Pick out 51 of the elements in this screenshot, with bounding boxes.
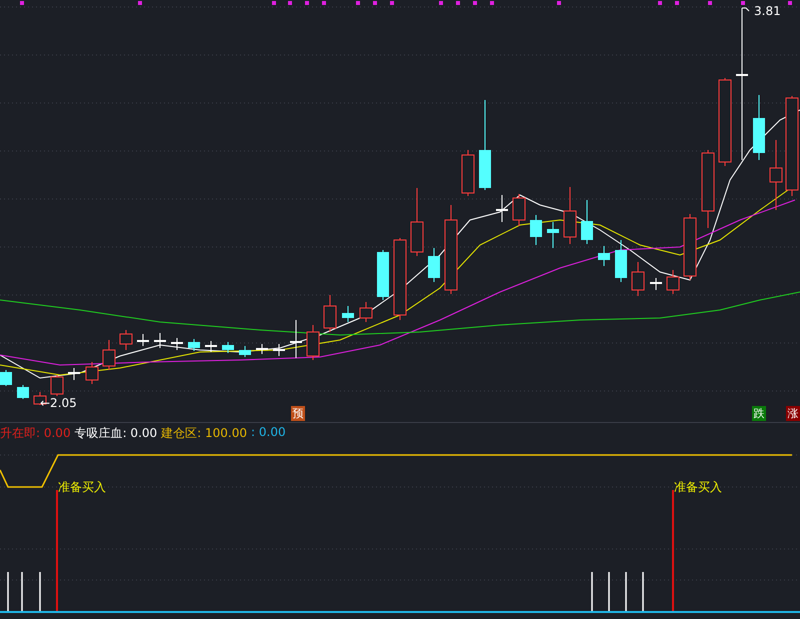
candlestick: [239, 346, 251, 358]
indicator-value: 专吸庄血: 0.00: [74, 425, 158, 442]
candlestick: [684, 214, 696, 280]
candlestick: [650, 278, 662, 290]
candlestick: [306, 324, 320, 360]
candlestick: [102, 340, 116, 370]
candlestick: [753, 94, 765, 160]
candlestick: [86, 362, 98, 384]
candlestick: [410, 188, 424, 256]
buy-signal-label: 准备买入: [674, 479, 722, 496]
candlestick: [137, 334, 149, 346]
leader-line: [742, 8, 750, 12]
candlestick: [462, 150, 474, 196]
candlestick: [377, 250, 389, 300]
candlestick: [342, 306, 354, 322]
candlestick: [496, 194, 508, 222]
candlestick: [615, 240, 627, 282]
candlestick: [324, 294, 336, 332]
buy-signal-label: 准备买入: [58, 479, 106, 496]
candlestick: [171, 338, 183, 350]
indicator-value: 建仓区: 100.00: [161, 425, 248, 442]
signal-badge: 跌: [752, 406, 766, 421]
candlestick: [530, 214, 542, 246]
signal-badge: 涨: [786, 406, 800, 421]
candlestick: [50, 374, 64, 396]
candlestick: [666, 270, 680, 294]
indicator-value: 升在即: 0.00: [0, 425, 71, 442]
candlestick: [120, 330, 132, 350]
candlestick: [17, 384, 29, 400]
candlestick: [205, 340, 217, 352]
candlestick: [68, 368, 80, 380]
high-price-label: 3.81: [754, 4, 781, 18]
candlestick: [632, 262, 644, 296]
candlestick: [154, 332, 166, 348]
candlestick: [598, 246, 610, 266]
candlestick: [188, 338, 200, 352]
candlestick: [256, 344, 268, 354]
candlestick: [0, 370, 12, 386]
candlestick: [273, 344, 285, 356]
low-price-label: ←2.05: [40, 396, 77, 410]
candlestick: [564, 186, 576, 244]
candlestick: [581, 200, 593, 244]
candlestick: [222, 342, 234, 354]
candlestick: [512, 194, 526, 226]
candlestick: [428, 248, 440, 282]
candlestick: [547, 222, 559, 248]
candlestick: [770, 140, 782, 210]
candlestick: [360, 302, 372, 322]
candlestick: [290, 320, 302, 358]
signal-badge: 预: [291, 406, 305, 421]
indicator-value: : 0.00: [251, 425, 286, 441]
